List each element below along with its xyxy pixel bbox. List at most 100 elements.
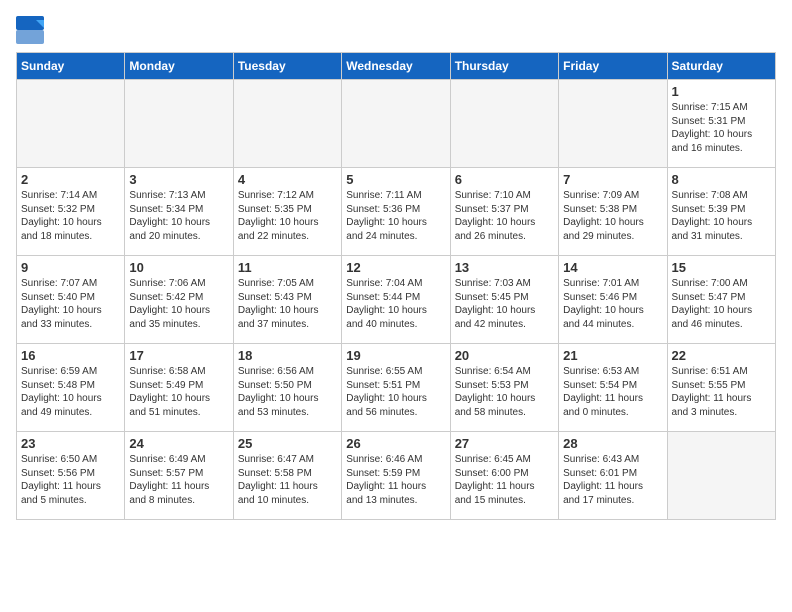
day-info: Sunrise: 6:50 AM Sunset: 5:56 PM Dayligh…	[21, 453, 120, 507]
day-number: 23	[21, 436, 120, 451]
day-info: Sunrise: 7:14 AM Sunset: 5:32 PM Dayligh…	[21, 189, 120, 243]
day-info: Sunrise: 6:55 AM Sunset: 5:51 PM Dayligh…	[346, 365, 445, 419]
day-number: 16	[21, 348, 120, 363]
calendar-cell: 22 Sunrise: 6:51 AM Sunset: 5:55 PM Dayli…	[667, 344, 775, 432]
calendar-cell: 2 Sunrise: 7:14 AM Sunset: 5:32 PM Daylig…	[17, 168, 125, 256]
logo	[16, 16, 48, 44]
day-number: 19	[346, 348, 445, 363]
day-info: Sunrise: 6:51 AM Sunset: 5:55 PM Dayligh…	[672, 365, 771, 419]
day-info: Sunrise: 7:13 AM Sunset: 5:34 PM Dayligh…	[129, 189, 228, 243]
day-info: Sunrise: 7:03 AM Sunset: 5:45 PM Dayligh…	[455, 277, 554, 331]
day-number: 9	[21, 260, 120, 275]
calendar-cell: 1 Sunrise: 7:15 AM Sunset: 5:31 PM Daylig…	[667, 80, 775, 168]
day-info: Sunrise: 7:04 AM Sunset: 5:44 PM Dayligh…	[346, 277, 445, 331]
calendar-cell: 28 Sunrise: 6:43 AM Sunset: 6:01 PM Dayli…	[559, 432, 667, 520]
calendar-cell: 14Sunrise: 7:01 AM Sunset: 5:46 PM Dayli…	[559, 256, 667, 344]
day-number: 26	[346, 436, 445, 451]
day-number: 28	[563, 436, 662, 451]
calendar-week-row: 16 Sunrise: 6:59 AM Sunset: 5:48 PM Dayli…	[17, 344, 776, 432]
day-info: Sunrise: 6:47 AM Sunset: 5:58 PM Dayligh…	[238, 453, 337, 507]
day-number: 24	[129, 436, 228, 451]
calendar-cell: 21 Sunrise: 6:53 AM Sunset: 5:54 PM Dayli…	[559, 344, 667, 432]
calendar-cell: 13 Sunrise: 7:03 AM Sunset: 5:45 PM Dayli…	[450, 256, 558, 344]
day-number: 21	[563, 348, 662, 363]
calendar-cell: 4 Sunrise: 7:12 AM Sunset: 5:35 PM Daylig…	[233, 168, 341, 256]
logo-icon	[16, 16, 44, 44]
day-info: Sunrise: 6:56 AM Sunset: 5:50 PM Dayligh…	[238, 365, 337, 419]
day-info: Sunrise: 7:09 AM Sunset: 5:38 PM Dayligh…	[563, 189, 662, 243]
calendar-cell: 5 Sunrise: 7:11 AM Sunset: 5:36 PM Daylig…	[342, 168, 450, 256]
calendar-cell	[17, 80, 125, 168]
calendar-header-monday: Monday	[125, 53, 233, 80]
day-number: 20	[455, 348, 554, 363]
day-number: 6	[455, 172, 554, 187]
day-number: 3	[129, 172, 228, 187]
day-number: 15	[672, 260, 771, 275]
calendar-header-wednesday: Wednesday	[342, 53, 450, 80]
day-number: 1	[672, 84, 771, 99]
day-info: Sunrise: 7:15 AM Sunset: 5:31 PM Dayligh…	[672, 101, 771, 155]
calendar-cell: 27 Sunrise: 6:45 AM Sunset: 6:00 PM Dayli…	[450, 432, 558, 520]
day-number: 5	[346, 172, 445, 187]
calendar-cell: 6Sunrise: 7:10 AM Sunset: 5:37 PM Daylig…	[450, 168, 558, 256]
day-number: 7	[563, 172, 662, 187]
day-number: 17	[129, 348, 228, 363]
calendar-cell: 26 Sunrise: 6:46 AM Sunset: 5:59 PM Dayli…	[342, 432, 450, 520]
day-info: Sunrise: 7:05 AM Sunset: 5:43 PM Dayligh…	[238, 277, 337, 331]
calendar-week-row: 2 Sunrise: 7:14 AM Sunset: 5:32 PM Daylig…	[17, 168, 776, 256]
day-info: Sunrise: 6:58 AM Sunset: 5:49 PM Dayligh…	[129, 365, 228, 419]
day-number: 4	[238, 172, 337, 187]
day-info: Sunrise: 6:43 AM Sunset: 6:01 PM Dayligh…	[563, 453, 662, 507]
calendar-cell: 9 Sunrise: 7:07 AM Sunset: 5:40 PM Daylig…	[17, 256, 125, 344]
day-number: 11	[238, 260, 337, 275]
calendar-cell: 8Sunrise: 7:08 AM Sunset: 5:39 PM Daylig…	[667, 168, 775, 256]
day-info: Sunrise: 7:08 AM Sunset: 5:39 PM Dayligh…	[672, 189, 771, 243]
calendar-cell: 18 Sunrise: 6:56 AM Sunset: 5:50 PM Dayli…	[233, 344, 341, 432]
calendar-table: SundayMondayTuesdayWednesdayThursdayFrid…	[16, 52, 776, 520]
calendar-cell: 11 Sunrise: 7:05 AM Sunset: 5:43 PM Dayli…	[233, 256, 341, 344]
calendar-header-sunday: Sunday	[17, 53, 125, 80]
day-number: 10	[129, 260, 228, 275]
calendar-cell: 12 Sunrise: 7:04 AM Sunset: 5:44 PM Dayli…	[342, 256, 450, 344]
calendar-header-saturday: Saturday	[667, 53, 775, 80]
calendar-cell: 3 Sunrise: 7:13 AM Sunset: 5:34 PM Daylig…	[125, 168, 233, 256]
calendar-cell	[342, 80, 450, 168]
day-number: 12	[346, 260, 445, 275]
day-info: Sunrise: 7:06 AM Sunset: 5:42 PM Dayligh…	[129, 277, 228, 331]
calendar-cell	[233, 80, 341, 168]
calendar-cell: 23 Sunrise: 6:50 AM Sunset: 5:56 PM Dayli…	[17, 432, 125, 520]
calendar-cell	[559, 80, 667, 168]
day-info: Sunrise: 6:59 AM Sunset: 5:48 PM Dayligh…	[21, 365, 120, 419]
day-number: 22	[672, 348, 771, 363]
calendar-cell: 25 Sunrise: 6:47 AM Sunset: 5:58 PM Dayli…	[233, 432, 341, 520]
day-info: Sunrise: 6:54 AM Sunset: 5:53 PM Dayligh…	[455, 365, 554, 419]
calendar-cell: 15 Sunrise: 7:00 AM Sunset: 5:47 PM Dayli…	[667, 256, 775, 344]
page-header	[16, 16, 776, 44]
calendar-header-tuesday: Tuesday	[233, 53, 341, 80]
day-number: 27	[455, 436, 554, 451]
calendar-cell: 24 Sunrise: 6:49 AM Sunset: 5:57 PM Dayli…	[125, 432, 233, 520]
calendar-week-row: 1 Sunrise: 7:15 AM Sunset: 5:31 PM Daylig…	[17, 80, 776, 168]
day-info: Sunrise: 7:11 AM Sunset: 5:36 PM Dayligh…	[346, 189, 445, 243]
day-info: Sunrise: 6:45 AM Sunset: 6:00 PM Dayligh…	[455, 453, 554, 507]
day-info: Sunrise: 7:07 AM Sunset: 5:40 PM Dayligh…	[21, 277, 120, 331]
calendar-cell: 17 Sunrise: 6:58 AM Sunset: 5:49 PM Dayli…	[125, 344, 233, 432]
calendar-cell: 19 Sunrise: 6:55 AM Sunset: 5:51 PM Dayli…	[342, 344, 450, 432]
day-info: Sunrise: 7:00 AM Sunset: 5:47 PM Dayligh…	[672, 277, 771, 331]
day-info: Sunrise: 7:12 AM Sunset: 5:35 PM Dayligh…	[238, 189, 337, 243]
day-info: Sunrise: 6:46 AM Sunset: 5:59 PM Dayligh…	[346, 453, 445, 507]
day-number: 18	[238, 348, 337, 363]
day-number: 2	[21, 172, 120, 187]
calendar-cell: 16 Sunrise: 6:59 AM Sunset: 5:48 PM Dayli…	[17, 344, 125, 432]
day-info: Sunrise: 7:01 AM Sunset: 5:46 PM Dayligh…	[563, 277, 662, 331]
calendar-header-friday: Friday	[559, 53, 667, 80]
calendar-week-row: 9 Sunrise: 7:07 AM Sunset: 5:40 PM Daylig…	[17, 256, 776, 344]
calendar-header-row: SundayMondayTuesdayWednesdayThursdayFrid…	[17, 53, 776, 80]
day-info: Sunrise: 6:53 AM Sunset: 5:54 PM Dayligh…	[563, 365, 662, 419]
day-number: 25	[238, 436, 337, 451]
calendar-header-thursday: Thursday	[450, 53, 558, 80]
day-info: Sunrise: 6:49 AM Sunset: 5:57 PM Dayligh…	[129, 453, 228, 507]
calendar-cell	[125, 80, 233, 168]
calendar-cell: 10 Sunrise: 7:06 AM Sunset: 5:42 PM Dayli…	[125, 256, 233, 344]
day-number: 13	[455, 260, 554, 275]
